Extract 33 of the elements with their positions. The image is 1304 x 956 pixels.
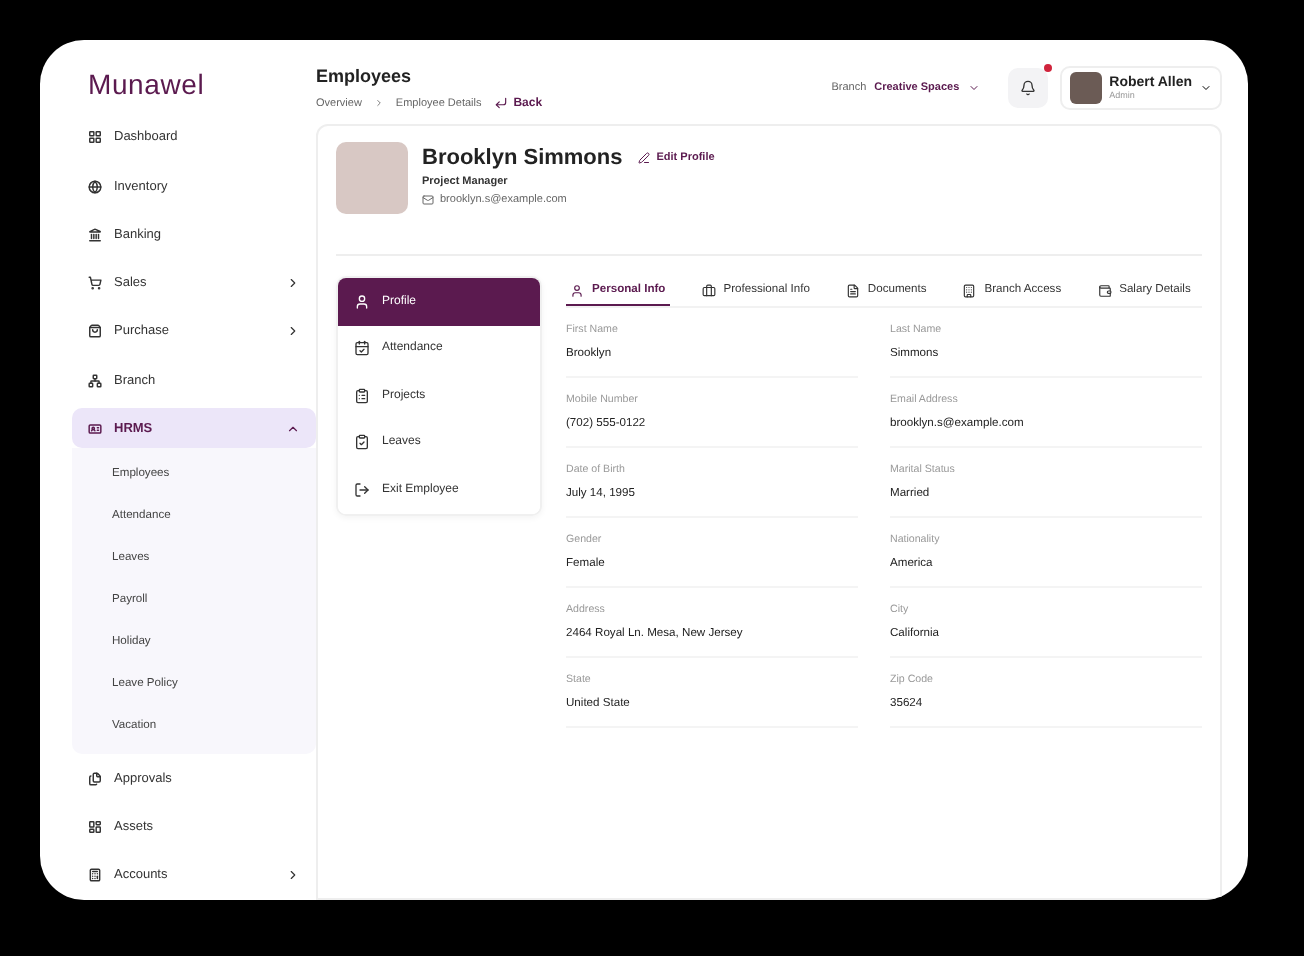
clipboard-check-icon xyxy=(354,434,370,451)
grid-icon xyxy=(88,130,102,145)
logo: Munawel xyxy=(86,66,207,105)
chevron-down-icon xyxy=(967,82,980,94)
id-card-icon xyxy=(88,421,102,436)
page-title: Employees xyxy=(316,66,414,86)
building-icon xyxy=(962,283,977,297)
user-icon xyxy=(570,283,584,297)
user-icon xyxy=(354,293,370,310)
calculator-icon xyxy=(88,868,102,883)
document-icon xyxy=(845,283,860,297)
chevron-right-icon xyxy=(373,98,384,108)
mail-icon xyxy=(422,194,434,206)
logout-icon xyxy=(354,481,370,498)
notification-button[interactable] xyxy=(1007,68,1048,108)
calendar-check-icon xyxy=(354,340,370,357)
cart-icon xyxy=(88,276,102,291)
chevron-down-icon xyxy=(1200,82,1212,94)
dashboard-icon xyxy=(88,820,102,835)
briefcase-icon xyxy=(701,283,716,297)
employee-name: Brooklyn Simmons xyxy=(422,146,623,170)
globe-icon xyxy=(88,179,102,194)
photo-placeholder xyxy=(336,142,408,214)
pen-icon xyxy=(638,152,651,164)
bell-icon xyxy=(1019,80,1036,96)
wallet-icon xyxy=(1097,283,1112,297)
avatar-placeholder xyxy=(1069,72,1102,104)
return-arrow-icon xyxy=(493,96,508,110)
bank-icon xyxy=(88,227,102,242)
bag-icon xyxy=(88,324,102,339)
clipboard-list-icon xyxy=(354,387,370,404)
network-icon xyxy=(88,373,102,388)
files-icon xyxy=(88,772,102,787)
